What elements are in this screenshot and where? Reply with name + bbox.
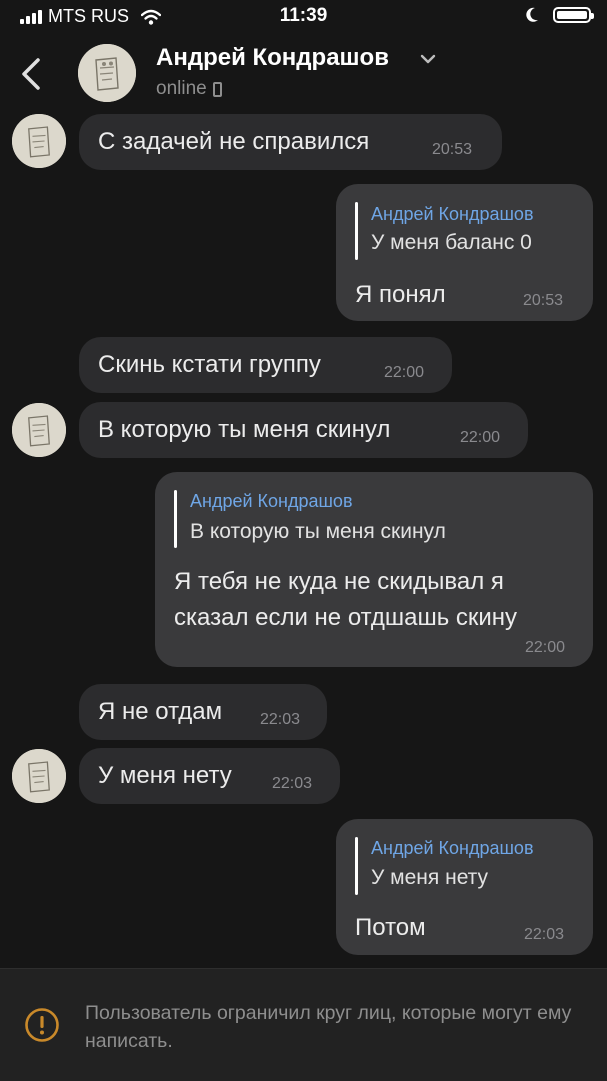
- message-bubble[interactable]: Андрей Кондрашов У меня баланс 0 Я понял…: [336, 184, 593, 321]
- message-text: Я понял: [355, 281, 446, 308]
- status-right: [525, 7, 594, 23]
- message-bubble[interactable]: Андрей Кондрашов В которую ты меня скину…: [155, 472, 593, 667]
- quote-text: В которую ты меня скинул: [190, 520, 446, 543]
- back-icon: [22, 58, 40, 90]
- sender-avatar[interactable]: [12, 403, 66, 457]
- sender-avatar[interactable]: [12, 114, 66, 168]
- status-time: 11:39: [279, 5, 328, 26]
- message-text-line: Я тебя не куда не скидывал я: [174, 568, 504, 595]
- message-time: 22:03: [272, 775, 313, 792]
- message-bubble[interactable]: С задачей не справился 20:53: [79, 114, 502, 170]
- message-text: Потом: [355, 914, 426, 941]
- back-button[interactable]: [14, 52, 48, 96]
- message-text: У меня нету: [98, 762, 232, 789]
- quote-text: У меня баланс 0: [371, 231, 532, 254]
- message-bubble[interactable]: Я не отдам 22:03: [79, 684, 327, 740]
- message-text-line: сказал если не отдшашь скину: [174, 604, 518, 631]
- contact-avatar[interactable]: [78, 44, 136, 102]
- quote-author: Андрей Кондрашов: [190, 491, 353, 511]
- restriction-notice: Пользователь ограничил круг лиц, которые…: [85, 1002, 572, 1052]
- battery-icon: [553, 7, 594, 23]
- message-time: 22:00: [460, 429, 501, 446]
- message-time: 20:53: [523, 292, 564, 309]
- quote-bar: [174, 490, 177, 548]
- contact-status: online: [156, 78, 222, 100]
- message-time: 22:03: [524, 926, 565, 943]
- quote-author: Андрей Кондрашов: [371, 838, 534, 858]
- sender-avatar[interactable]: [12, 749, 66, 803]
- message-bubble[interactable]: У меня нету 22:03: [79, 748, 340, 804]
- message-text: Я не отдам: [98, 698, 223, 725]
- moon-icon: [526, 7, 538, 22]
- quote-author: Андрей Кондрашов: [371, 204, 534, 224]
- message-bubble[interactable]: Андрей Кондрашов У меня нету Потом 22:03: [336, 819, 593, 955]
- quote-text: У меня нету: [371, 866, 489, 889]
- message-text: Скинь кстати группу: [98, 351, 321, 378]
- contact-name[interactable]: Андрей Кондрашов: [156, 44, 389, 72]
- message-bubble[interactable]: В которую ты меня скинул 22:00: [79, 402, 528, 458]
- message-time: 22:00: [384, 364, 425, 381]
- restriction-footer: Пользователь ограничил круг лиц, которые…: [0, 968, 607, 1081]
- message-text: С задачей не справился: [98, 128, 370, 155]
- message-time: 20:53: [432, 141, 473, 158]
- chevron-down-icon[interactable]: [418, 52, 438, 66]
- phone-icon: [212, 81, 222, 97]
- avatar-sketch: [78, 44, 136, 102]
- quote-bar: [355, 837, 358, 895]
- message-time: 22:00: [525, 639, 566, 656]
- message-time: 22:03: [260, 711, 301, 728]
- chat-header: Андрей Кондрашов online: [0, 34, 607, 114]
- message-text: В которую ты меня скинул: [98, 416, 391, 443]
- warning-icon: [25, 1008, 59, 1042]
- status-text: online: [156, 78, 207, 99]
- quote-bar: [355, 202, 358, 260]
- status-bar: MTS RUS 11:39: [0, 0, 607, 34]
- message-bubble[interactable]: Скинь кстати группу 22:00: [79, 337, 452, 393]
